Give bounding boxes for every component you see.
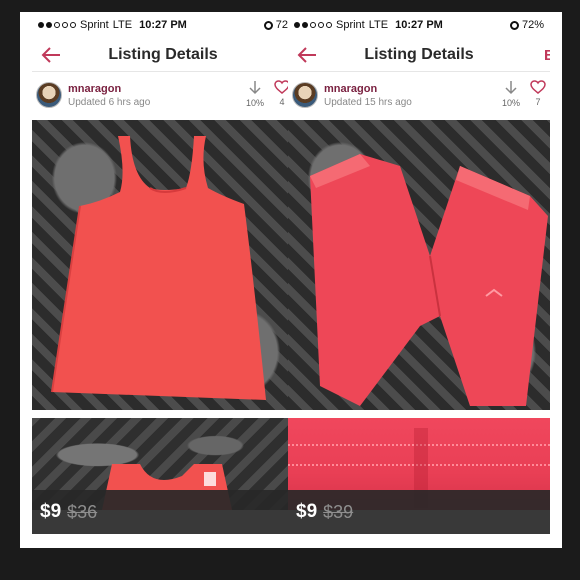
seller-row[interactable]: mnaragon Updated 6 hrs ago 10% 4 (32, 72, 294, 118)
status-time: 10:27 PM (395, 19, 443, 31)
discount-value: 10% (245, 98, 264, 108)
phone-screen-left: Sprint LTE 10:27 PM 72 Listing Details m… (32, 12, 294, 548)
price-bar: $9 $39 (288, 490, 550, 534)
discount-value: 10% (501, 98, 520, 108)
main-listing-photo[interactable] (288, 120, 550, 410)
seller-row[interactable]: mnaragon Updated 15 hrs ago 10% 7 (288, 72, 550, 118)
discount-stat[interactable]: 10% (502, 80, 520, 108)
network-label: LTE (368, 19, 389, 31)
signal-icon (38, 22, 76, 28)
page-title: Listing Details (108, 45, 218, 63)
battery-label: 72 (275, 19, 288, 31)
back-arrow-icon[interactable] (296, 46, 318, 64)
carrier-label: Sprint (336, 19, 365, 31)
status-bar: Sprint LTE 10:27 PM 72% (288, 12, 550, 38)
page-title: Listing Details (364, 45, 474, 63)
battery-label: 72% (521, 19, 544, 31)
heart-icon (530, 80, 546, 94)
alarm-icon (509, 20, 519, 30)
collage-frame: Sprint LTE 10:27 PM 72 Listing Details m… (0, 0, 580, 580)
download-icon (505, 81, 517, 95)
seller-username[interactable]: mnaragon (68, 83, 150, 95)
avatar[interactable] (292, 82, 318, 108)
updated-time: Updated 6 hrs ago (68, 96, 151, 108)
tank-top-image (51, 136, 266, 400)
status-time: 10:27 PM (139, 19, 187, 31)
likes-count: 4 (279, 97, 285, 107)
collage-canvas: Sprint LTE 10:27 PM 72 Listing Details m… (20, 12, 562, 548)
price-original: $39 (323, 501, 354, 522)
status-bar: Sprint LTE 10:27 PM 72 (32, 12, 294, 38)
price-original: $36 (67, 501, 98, 522)
carrier-label: Sprint (80, 19, 109, 31)
capri-pants-image (310, 154, 548, 406)
phone-screen-right: Sprint LTE 10:27 PM 72% Listing Details … (288, 12, 550, 548)
avatar[interactable] (36, 82, 62, 108)
seller-username[interactable]: mnaragon (324, 83, 412, 95)
nav-bar: Listing Details E (288, 38, 550, 72)
discount-stat[interactable]: 10% (246, 80, 264, 108)
signal-icon (294, 22, 332, 28)
likes-count: 7 (535, 97, 541, 107)
network-label: LTE (112, 19, 133, 31)
alarm-icon (263, 20, 273, 30)
price-bar: $9 $36 (32, 490, 294, 534)
main-listing-photo[interactable] (32, 120, 294, 410)
price-current: $9 (40, 501, 62, 522)
back-arrow-icon[interactable] (40, 46, 62, 64)
nav-bar: Listing Details (32, 38, 294, 72)
price-current: $9 (296, 501, 318, 522)
download-icon (249, 81, 261, 95)
likes-stat[interactable]: 7 (530, 80, 546, 108)
edit-button-partial[interactable]: E (544, 47, 550, 64)
updated-time: Updated 15 hrs ago (324, 96, 412, 108)
